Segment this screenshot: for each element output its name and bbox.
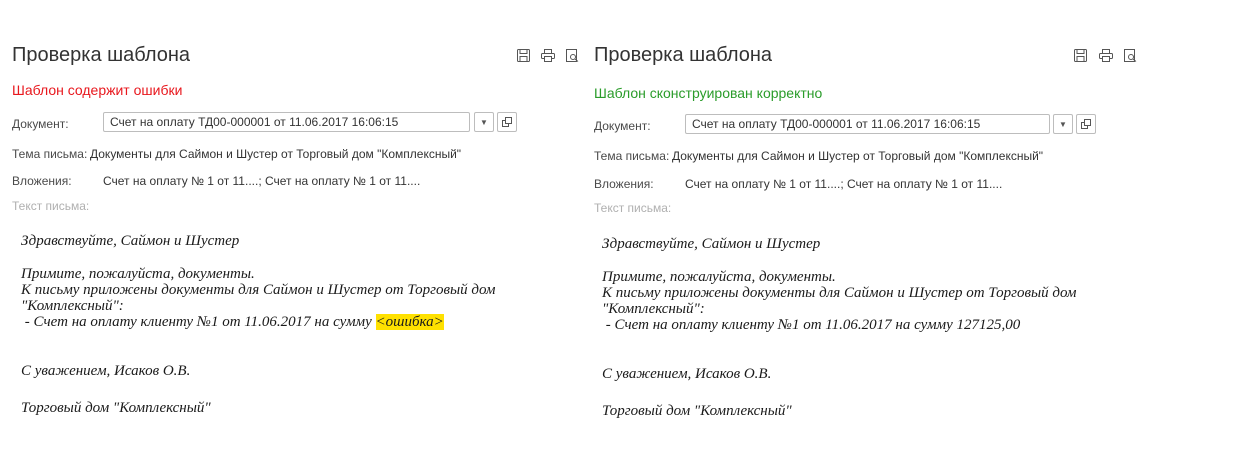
letter-line-text: - Счет на оплату клиенту №1 от 11.06.201… xyxy=(602,317,957,333)
subject-label: Тема письма: xyxy=(12,147,88,161)
letter-company: Торговый дом "Комплексный" xyxy=(602,403,792,419)
body-label: Текст письма: xyxy=(594,201,672,215)
letter-line: "Комплексный": xyxy=(602,301,705,317)
letter-regards: С уважением, Исаков О.В. xyxy=(21,363,191,379)
open-icon xyxy=(1081,119,1091,129)
document-dropdown-button[interactable]: ▼ xyxy=(1053,114,1073,134)
save-icon[interactable] xyxy=(1073,48,1087,63)
letter-line: - Счет на оплату клиенту №1 от 11.06.201… xyxy=(602,317,1021,333)
document-label: Документ: xyxy=(12,117,69,131)
document-field[interactable]: Счет на оплату ТД00-000001 от 11.06.2017… xyxy=(685,114,1050,134)
page-title: Проверка шаблона xyxy=(12,44,191,66)
document-open-button[interactable] xyxy=(497,112,517,132)
error-highlight: <ошибка> xyxy=(375,314,444,330)
letter-line: - Счет на оплату клиенту №1 от 11.06.201… xyxy=(21,314,444,330)
attachments-label: Вложения: xyxy=(12,174,72,188)
open-icon xyxy=(502,117,512,127)
status-message: Шаблон содержит ошибки xyxy=(12,82,183,98)
preview-icon[interactable] xyxy=(565,48,579,63)
letter-company: Торговый дом "Комплексный" xyxy=(21,400,211,416)
document-open-button[interactable] xyxy=(1076,114,1096,134)
dropdown-arrow-icon: ▼ xyxy=(1059,119,1067,129)
attachments-label: Вложения: xyxy=(594,177,654,191)
amount-value: 127125,00 xyxy=(956,317,1021,333)
template-check-panel-ok: Проверка шаблона Шаблон сконструирован к… xyxy=(585,0,1185,472)
letter-line: Примите, пожалуйста, документы. xyxy=(21,266,255,282)
dropdown-arrow-icon: ▼ xyxy=(480,117,488,127)
letter-greeting: Здравствуйте, Саймон и Шустер xyxy=(602,236,821,252)
print-icon[interactable] xyxy=(1099,48,1113,63)
body-label: Текст письма: xyxy=(12,199,90,213)
subject-value: Документы для Саймон и Шустер от Торговы… xyxy=(90,147,462,161)
attachments-value[interactable]: Счет на оплату № 1 от 11....; Счет на оп… xyxy=(103,174,420,188)
preview-icon[interactable] xyxy=(1123,48,1137,63)
letter-line-text: - Счет на оплату клиенту №1 от 11.06.201… xyxy=(21,314,376,330)
document-dropdown-button[interactable]: ▼ xyxy=(474,112,494,132)
save-icon[interactable] xyxy=(516,48,530,63)
status-message: Шаблон сконструирован корректно xyxy=(594,85,823,101)
letter-line: К письму приложены документы для Саймон … xyxy=(602,285,1077,301)
letter-greeting: Здравствуйте, Саймон и Шустер xyxy=(21,233,240,249)
letter-line: К письму приложены документы для Саймон … xyxy=(21,282,496,298)
letter-line: Примите, пожалуйста, документы. xyxy=(602,269,836,285)
page-title: Проверка шаблона xyxy=(594,44,773,66)
letter-line: "Комплексный": xyxy=(21,298,124,314)
print-icon[interactable] xyxy=(541,48,555,63)
letter-regards: С уважением, Исаков О.В. xyxy=(602,366,772,382)
template-check-panel-error: Проверка шаблона Шаблон содержит ошибки … xyxy=(0,0,585,472)
document-label: Документ: xyxy=(594,119,651,133)
subject-label: Тема письма: xyxy=(594,149,670,163)
attachments-value[interactable]: Счет на оплату № 1 от 11....; Счет на оп… xyxy=(685,177,1002,191)
document-field[interactable]: Счет на оплату ТД00-000001 от 11.06.2017… xyxy=(103,112,470,132)
subject-value: Документы для Саймон и Шустер от Торговы… xyxy=(672,149,1044,163)
